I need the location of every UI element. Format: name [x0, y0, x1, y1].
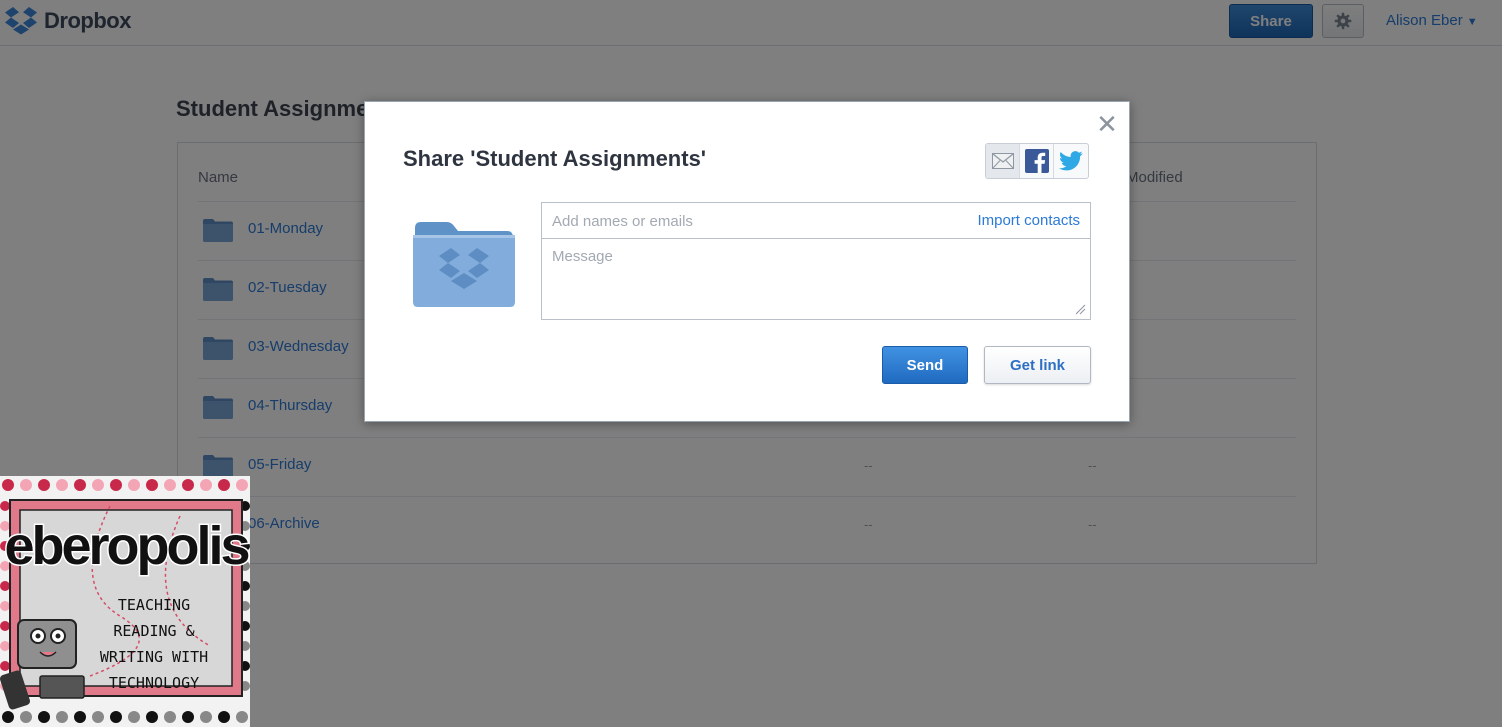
- email-icon: [991, 153, 1014, 169]
- badge-dot: [20, 711, 32, 723]
- badge-dot: [128, 479, 140, 491]
- badge-dot: [74, 479, 86, 491]
- close-icon[interactable]: ✕: [1095, 111, 1119, 137]
- get-link-button[interactable]: Get link: [984, 346, 1091, 384]
- badge-tagline-line: TEACHING: [118, 596, 190, 614]
- badge-brand-text: eberopolis: [4, 516, 248, 576]
- share-dialog: ✕ Share 'Student Assignments' Add names …: [364, 101, 1130, 422]
- shared-folder-icon: [413, 222, 515, 307]
- badge-dot: [110, 479, 122, 491]
- badge-dot: [38, 479, 50, 491]
- badge-dot: [0, 661, 10, 671]
- badge-dot: [218, 479, 230, 491]
- badge-dot: [128, 711, 140, 723]
- badge-dot: [200, 711, 212, 723]
- badge-dot: [0, 641, 10, 651]
- recipients-input[interactable]: [552, 209, 942, 233]
- badge-dot: [110, 711, 122, 723]
- recipients-field: Import contacts: [542, 203, 1090, 239]
- badge-dot: [200, 479, 212, 491]
- facebook-icon: [1024, 149, 1049, 173]
- facebook-share-button[interactable]: [1020, 144, 1054, 178]
- dialog-title: Share 'Student Assignments': [403, 146, 707, 171]
- badge-tagline-line: READING &: [113, 622, 194, 640]
- badge-dot: [56, 711, 68, 723]
- badge-dot: [38, 711, 50, 723]
- twitter-share-button[interactable]: [1054, 144, 1088, 178]
- badge-dot: [92, 479, 104, 491]
- badge-dot: [20, 479, 32, 491]
- badge-dot: [2, 711, 14, 723]
- badge-dot: [164, 711, 176, 723]
- twitter-icon: [1059, 151, 1083, 171]
- badge-dot: [146, 711, 158, 723]
- import-contacts-link[interactable]: Import contacts: [977, 212, 1080, 229]
- badge-dot: [56, 479, 68, 491]
- badge-dot: [236, 479, 248, 491]
- badge-dot: [92, 711, 104, 723]
- badge-dot: [0, 581, 10, 591]
- send-button[interactable]: Send: [882, 346, 968, 384]
- badge-dot: [0, 621, 10, 631]
- share-channel-selector: [985, 143, 1089, 179]
- email-share-button[interactable]: [986, 144, 1020, 178]
- badge-dot: [182, 711, 194, 723]
- badge-dot: [182, 479, 194, 491]
- badge-dot: [164, 479, 176, 491]
- screen: Dropbox Share Alison Eber▼: [0, 0, 1502, 727]
- badge-dot: [236, 711, 248, 723]
- share-form: Import contacts: [541, 202, 1091, 320]
- resize-grip-icon[interactable]: [1074, 303, 1086, 315]
- eberopolis-logo-badge: eberopolis TEACHING READING & WRITING WITH…: [0, 476, 250, 727]
- badge-dot: [0, 601, 10, 611]
- badge-tagline-line: TECHNOLOGY: [109, 674, 199, 692]
- message-input[interactable]: [542, 240, 1090, 319]
- badge-dot: [146, 479, 158, 491]
- badge-dot: [2, 479, 14, 491]
- badge-tagline-line: WRITING WITH: [100, 648, 208, 666]
- badge-dot: [74, 711, 86, 723]
- badge-dot: [0, 501, 10, 511]
- badge-dot: [218, 711, 230, 723]
